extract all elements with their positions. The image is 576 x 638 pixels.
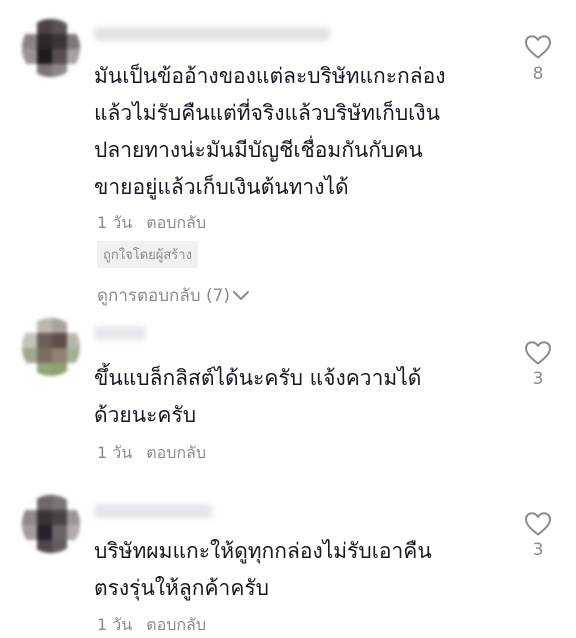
like-count: 8 — [532, 64, 544, 84]
comment-meta: 1 วัน ตอบกลับ — [97, 211, 206, 236]
comment-meta: 1 วัน ตอบกลับ — [97, 613, 206, 638]
avatar[interactable] — [22, 318, 80, 376]
like-count: 3 — [532, 369, 544, 389]
comment-time: 1 วัน — [97, 213, 133, 232]
view-replies-button[interactable]: ดูการตอบกลับ (7) — [97, 282, 250, 309]
like-button[interactable] — [522, 34, 554, 60]
heart-outline-icon — [525, 512, 551, 536]
comment-meta: 1 วัน ตอบกลับ — [97, 441, 206, 466]
username-redacted[interactable] — [94, 326, 146, 340]
comment-time: 1 วัน — [97, 443, 133, 462]
view-replies-label: ดูการตอบกลับ (7) — [97, 286, 231, 306]
avatar[interactable] — [22, 495, 80, 553]
avatar[interactable] — [22, 19, 80, 77]
reply-button[interactable]: ตอบกลับ — [146, 615, 206, 634]
username-redacted[interactable] — [94, 27, 330, 41]
heart-outline-icon — [525, 35, 551, 59]
like-count: 3 — [532, 540, 544, 560]
chevron-down-icon — [233, 291, 250, 300]
liked-by-creator-badge: ถูกใจโดยผู้สร้าง — [97, 241, 198, 268]
reply-button[interactable]: ตอบกลับ — [146, 443, 206, 462]
username-redacted[interactable] — [94, 504, 212, 518]
like-button[interactable] — [522, 511, 554, 537]
comment-text: มันเป็นข้ออ้างของแต่ละบริษัทแกะกล่อง แล้… — [94, 64, 446, 199]
comment-time: 1 วัน — [97, 615, 133, 634]
like-button[interactable] — [522, 340, 554, 366]
reply-button[interactable]: ตอบกลับ — [146, 213, 206, 232]
heart-outline-icon — [525, 341, 551, 365]
comment-text: ขึ้นแบล็กลิสต์ได้นะครับ แจ้งความได้ ด้วย… — [94, 366, 422, 427]
comment-text: บริษัทผมแกะให้ดูทุกกล่องไม่รับเอาคืน ตรง… — [94, 539, 432, 600]
